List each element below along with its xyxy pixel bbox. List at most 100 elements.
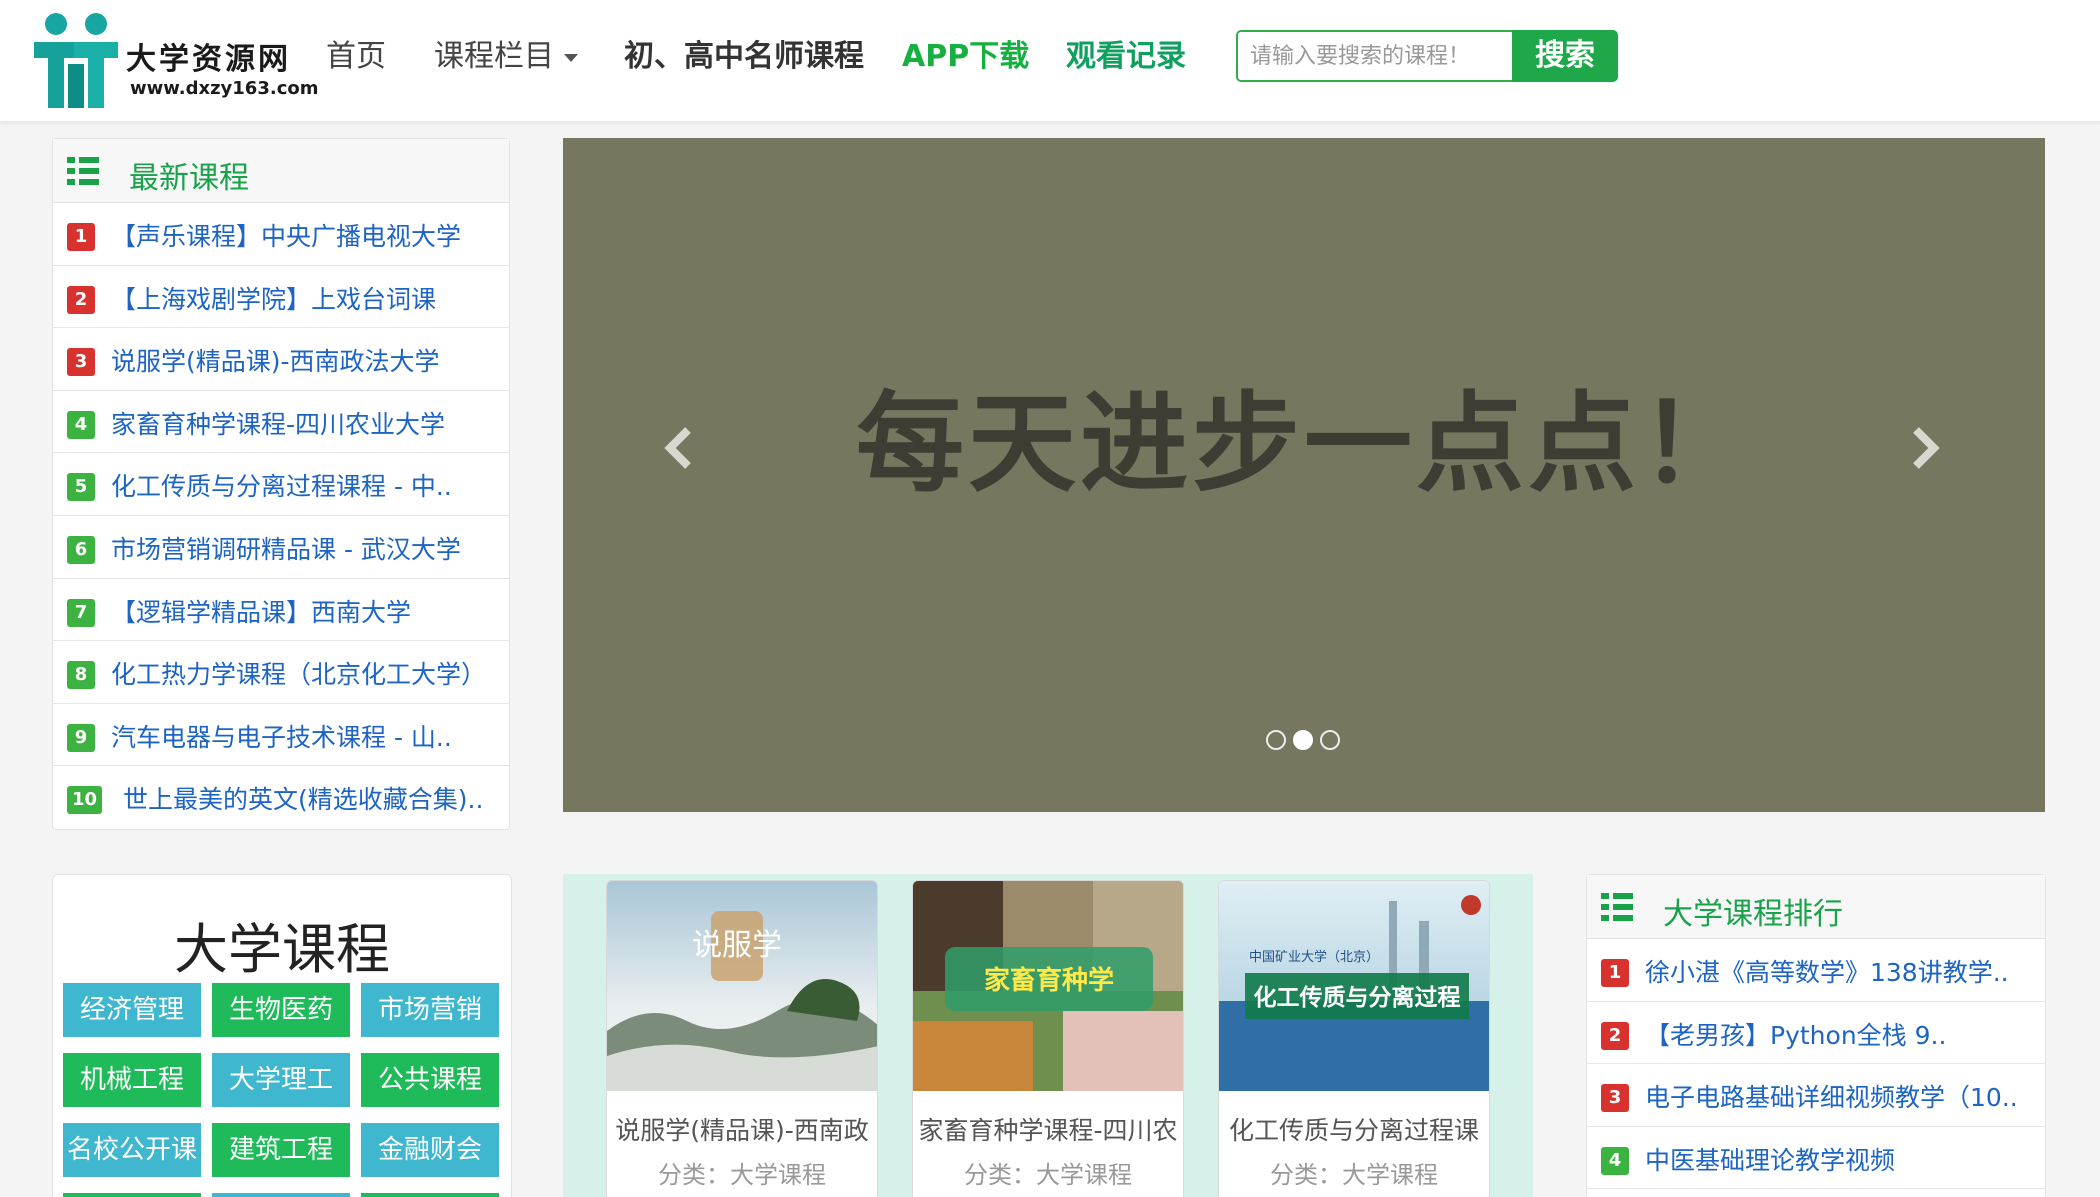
list-item[interactable]: 2 【老男孩】Python全栈 9.. [1587, 1002, 2045, 1065]
caret-down-icon [564, 53, 578, 62]
list-item[interactable]: 4 中医基础理论教学视频 [1587, 1127, 2045, 1190]
course-card[interactable]: 中国矿业大学（北京） 化工传质与分离过程 化工传质与分离过程课 分类：大学课程 [1218, 880, 1490, 1197]
thumbnail-text: 化工传质与分离过程 [1254, 984, 1461, 1011]
nav-course-columns[interactable]: 课程栏目 [434, 30, 578, 84]
categories-title: 大学课程 [174, 918, 390, 981]
course-link[interactable]: 家畜育种学课程-四川农业大学 [111, 405, 445, 441]
rank-badge: 3 [1601, 1084, 1629, 1113]
list-item[interactable]: 4 家畜育种学课程-四川农业大学 [53, 391, 509, 454]
category-tag[interactable]: 生物医药 [212, 983, 350, 1037]
course-link[interactable]: 世上最美的英文(精选收藏合集).. [123, 780, 483, 816]
course-card-title[interactable]: 说服学(精品课)-西南政 [607, 1111, 877, 1147]
rank-badge: 1 [1601, 959, 1629, 987]
course-ranking-title: 大学课程排行 [1663, 897, 1843, 932]
latest-courses-header: 最新课程 [53, 139, 509, 203]
list-item[interactable]: 2 【上海戏剧学院】上戏台词课 [53, 266, 509, 329]
latest-courses-panel: 最新课程 1 【声乐课程】中央广播电视大学 2 【上海戏剧学院】上戏台词课 3 说服学… [52, 138, 510, 830]
course-link[interactable]: 说服学(精品课)-西南政法大学 [111, 342, 440, 378]
course-card[interactable]: 家畜育种学 家畜育种学课程-四川农 分类：大学课程 [912, 880, 1184, 1197]
course-thumbnail: 说服学 [607, 881, 877, 1091]
rank-badge: 10 [67, 786, 103, 815]
search-input[interactable] [1236, 30, 1516, 82]
list-icon [1601, 893, 1633, 921]
list-item[interactable]: 3 说服学(精品课)-西南政法大学 [53, 328, 509, 391]
latest-courses-title: 最新课程 [129, 161, 249, 196]
carousel-dot[interactable] [1320, 730, 1340, 750]
course-link[interactable]: 化工传质与分离过程课程 - 中.. [111, 467, 452, 503]
rank-badge: 7 [67, 598, 95, 627]
rank-badge: 2 [1601, 1021, 1629, 1050]
course-card-title[interactable]: 家畜育种学课程-四川农 [913, 1111, 1183, 1147]
rank-badge: 4 [67, 410, 95, 439]
thumbnail-subtext: 中国矿业大学（北京） [1249, 949, 1379, 965]
rank-badge: 5 [67, 473, 95, 502]
course-link[interactable]: 市场营销调研精品课 - 武汉大学 [111, 530, 461, 566]
logo-name: 大学资源网 [126, 42, 291, 77]
site-logo[interactable]: 大学资源网 www.dxzy163.com [30, 10, 318, 110]
list-icon [67, 157, 99, 185]
list-item[interactable]: 5 化工传质与分离过程课程 - 中.. [53, 453, 509, 516]
nav-course-columns-label: 课程栏目 [434, 39, 554, 74]
list-item[interactable]: 6 市场营销调研精品课 - 武汉大学 [53, 516, 509, 579]
course-ranking-list: 1 徐小湛《高等数学》138讲教学.. 2 【老男孩】Python全栈 9.. 3电… [1587, 939, 2045, 1190]
course-ranking-panel: 大学课程排行 1 徐小湛《高等数学》138讲教学.. 2 【老男孩】Python全栈… [1586, 874, 2046, 1197]
category-tag-partial [212, 1193, 350, 1197]
list-item[interactable]: 1 徐小湛《高等数学》138讲教学.. [1587, 939, 2045, 1002]
category-tag[interactable]: 市场营销 [361, 983, 499, 1037]
category-tag[interactable]: 大学理工 [212, 1053, 350, 1107]
course-link[interactable]: 【上海戏剧学院】上戏台词课 [111, 280, 436, 316]
course-link[interactable]: 化工热力学课程（北京化工大学） [111, 655, 486, 691]
rank-badge: 2 [67, 285, 95, 314]
course-link[interactable]: 【逻辑学精品课】西南大学 [111, 593, 411, 629]
rank-badge: 3 [67, 348, 95, 377]
list-item[interactable]: 10 世上最美的英文(精选收藏合集).. [53, 766, 509, 829]
category-tag[interactable]: 机械工程 [63, 1053, 201, 1107]
slide-text: 每天进步一点点！ [855, 382, 1752, 507]
rank-badge: 8 [67, 661, 95, 690]
category-tag[interactable]: 公共课程 [361, 1053, 499, 1107]
category-tag[interactable]: 金融财会 [361, 1123, 499, 1177]
category-tag[interactable]: 建筑工程 [212, 1123, 350, 1177]
course-link[interactable]: 【声乐课程】中央广播电视大学 [111, 217, 461, 253]
nav-watch-history[interactable]: 观看记录 [1066, 30, 1186, 84]
course-card-category: 分类：大学课程 [1270, 1161, 1438, 1189]
chevron-right-icon[interactable] [1910, 426, 1940, 470]
category-tag[interactable]: 名校公开课 [63, 1123, 201, 1177]
nav-home[interactable]: 首页 [326, 30, 386, 84]
course-link[interactable]: 中医基础理论教学视频 [1645, 1141, 1895, 1177]
category-tag-partial [361, 1193, 499, 1197]
list-item[interactable]: 7 【逻辑学精品课】西南大学 [53, 579, 509, 642]
chevron-left-icon[interactable] [664, 426, 694, 470]
course-thumbnail: 中国矿业大学（北京） 化工传质与分离过程 [1219, 881, 1489, 1091]
rank-badge: 1 [67, 223, 95, 251]
course-link[interactable]: 电子电路基础详细视频教学（10.. [1645, 1078, 2018, 1114]
list-item[interactable]: 9 汽车电器与电子技术课程 - 山.. [53, 704, 509, 767]
course-card-title[interactable]: 化工传质与分离过程课 [1219, 1111, 1489, 1147]
list-item[interactable]: 1 【声乐课程】中央广播电视大学 [53, 203, 509, 266]
logo-url: www.dxzy163.com [130, 78, 319, 99]
university-categories-panel: 大学课程 经济管理 生物医药 市场营销 机械工程 大学理工 公共课程 名校公开课… [52, 874, 512, 1197]
course-link[interactable]: 【老男孩】Python全栈 9.. [1645, 1016, 1946, 1052]
rank-badge: 4 [1601, 1146, 1629, 1175]
search-button[interactable]: 搜索 [1512, 30, 1618, 82]
category-tag[interactable]: 经济管理 [63, 983, 201, 1037]
rank-badge: 9 [67, 723, 95, 752]
logo-figure-icon [34, 13, 118, 108]
course-link[interactable]: 汽车电器与电子技术课程 - 山.. [111, 718, 452, 754]
carousel-dot[interactable] [1266, 730, 1286, 750]
carousel-dot-active[interactable] [1293, 730, 1313, 750]
thumbnail-text: 家畜育种学 [984, 965, 1114, 996]
list-item[interactable]: 3 电子电路基础详细视频教学（10.. [1587, 1064, 2045, 1127]
course-link[interactable]: 徐小湛《高等数学》138讲教学.. [1645, 953, 2009, 989]
course-card[interactable]: 说服学 说服学(精品课)-西南政 分类：大学课程 [606, 880, 878, 1197]
nav-app-download[interactable]: APP下载 [902, 30, 1029, 84]
rank-badge: 6 [67, 535, 95, 564]
nav-famous-teachers[interactable]: 初、高中名师课程 [624, 30, 864, 84]
course-thumbnail: 家畜育种学 [913, 881, 1183, 1091]
course-card-category: 分类：大学课程 [658, 1161, 826, 1189]
hero-carousel[interactable]: 每天进步一点点！ [563, 138, 2045, 812]
course-card-category: 分类：大学课程 [964, 1161, 1132, 1189]
list-item[interactable]: 8 化工热力学课程（北京化工大学） [53, 641, 509, 704]
latest-courses-list: 1 【声乐课程】中央广播电视大学 2 【上海戏剧学院】上戏台词课 3 说服学(精品课)… [53, 203, 509, 829]
course-ranking-header: 大学课程排行 [1587, 875, 2045, 939]
